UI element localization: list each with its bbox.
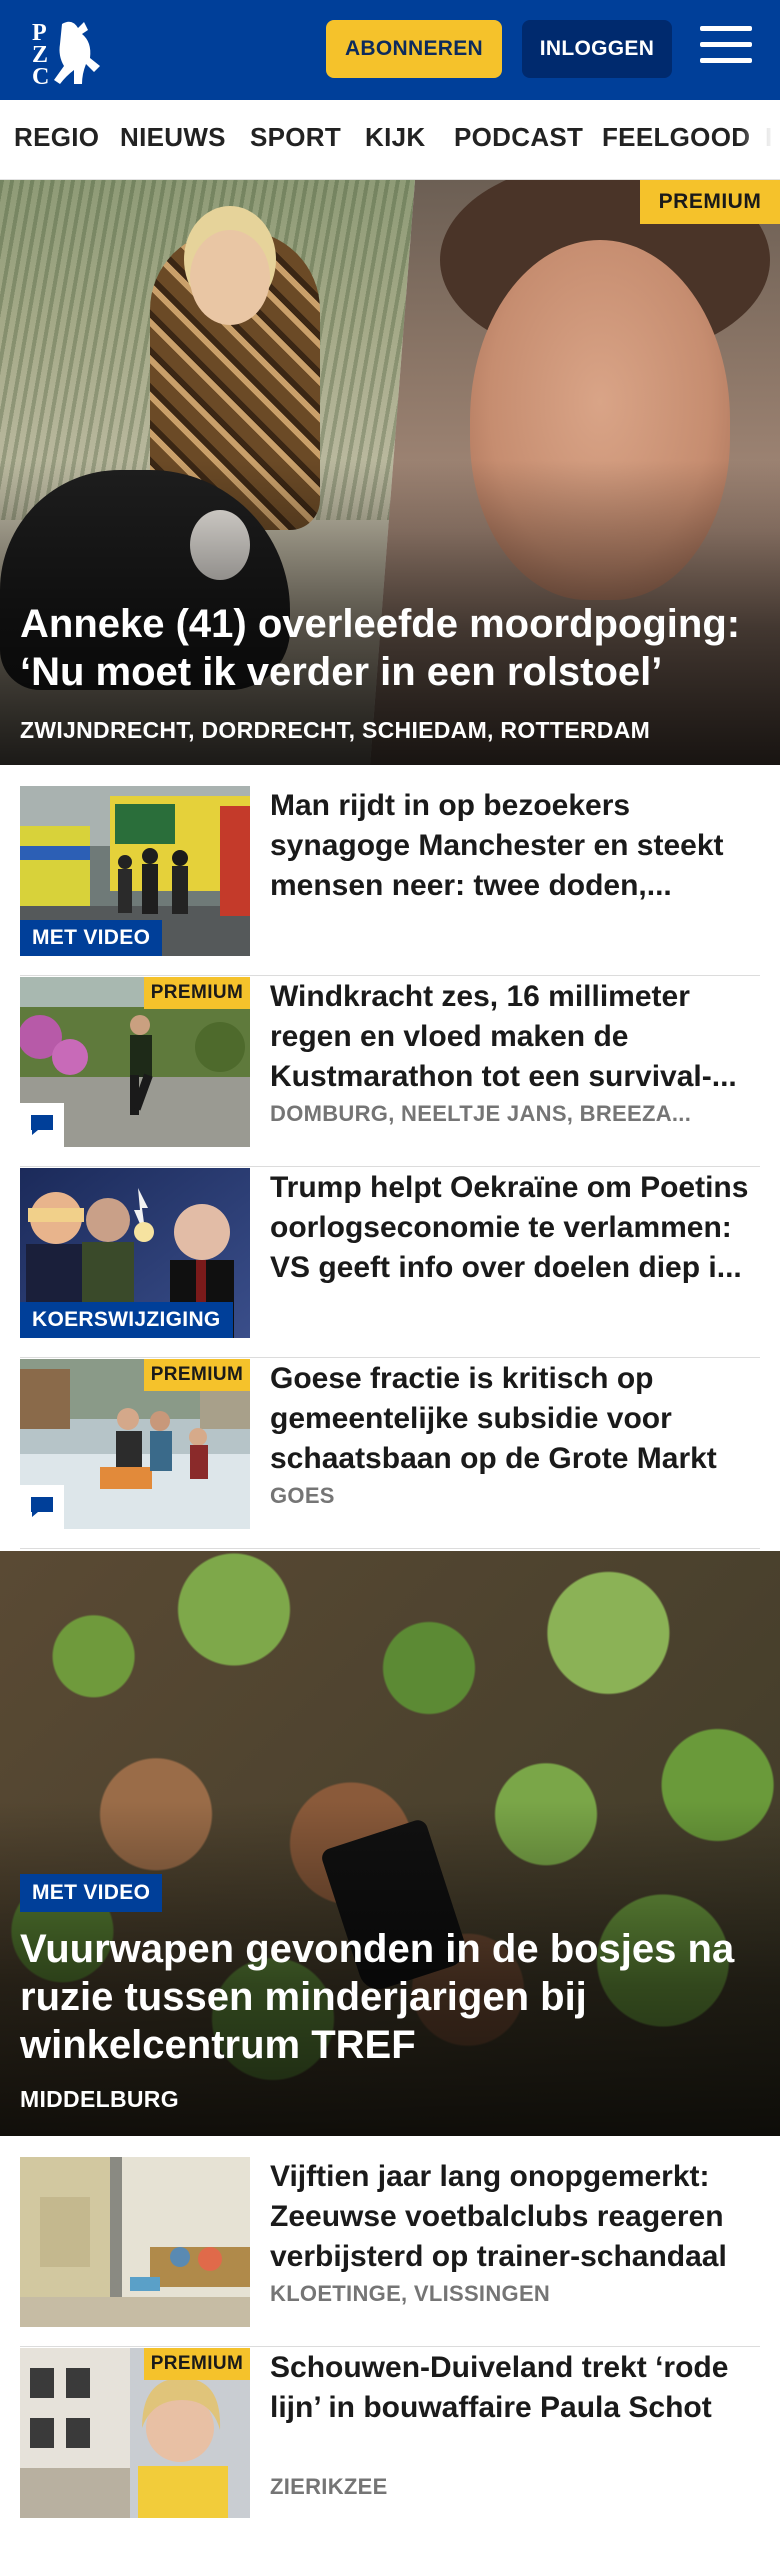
svg-text:C: C xyxy=(32,64,49,86)
video-label: MET VIDEO xyxy=(20,920,163,956)
nav-item-podcast[interactable]: PODCAST xyxy=(454,122,583,153)
nav-item-regio[interactable]: REGIO xyxy=(14,122,99,153)
article-thumbnail: MET VIDEO xyxy=(20,786,250,956)
category-label: KOERSWIJZIGING xyxy=(20,1302,233,1338)
premium-badge: PREMIUM xyxy=(144,2348,250,2380)
article-locations: DOMBURG, NEELTJE JANS, BREEZA... xyxy=(270,1101,692,1126)
nav-item-kijk[interactable]: KIJK xyxy=(365,122,425,153)
hero-headline[interactable]: Anneke (41) overleefde moordpoging: ‘Nu … xyxy=(20,600,765,696)
list-item[interactable]: PREMIUM Goese fractie is kritisch op gem… xyxy=(20,1359,760,1549)
nav-item-nieuws[interactable]: NIEUWS xyxy=(120,122,226,153)
hero-locations: ZWIJNDRECHT, DORDRECHT, SCHIEDAM, ROTTER… xyxy=(20,717,651,743)
article-locations: ZIERIKZEE xyxy=(270,2474,388,2499)
article-thumbnail: PREMIUM xyxy=(20,1359,250,1529)
article-locations: KLOETINGE, VLISSINGEN xyxy=(270,2281,551,2306)
login-button[interactable]: INLOGGEN xyxy=(522,20,672,78)
comment-icon xyxy=(20,1485,64,1529)
nav-item-feelgood[interactable]: FEELGOOD xyxy=(602,122,750,153)
subscribe-button[interactable]: ABONNEREN xyxy=(326,20,502,78)
comment-icon xyxy=(20,1103,64,1147)
hero-premium-badge: PREMIUM xyxy=(640,180,780,224)
article-title[interactable]: Windkracht zes, 16 millimeter regen en v… xyxy=(270,977,760,1097)
list-item[interactable]: Vijftien jaar lang onopgemerkt: Zeeuwse … xyxy=(20,2157,760,2347)
feature-locations: MIDDELBURG xyxy=(20,2086,179,2112)
hamburger-menu-icon[interactable] xyxy=(700,26,752,72)
article-thumbnail xyxy=(20,2157,250,2327)
feature-article[interactable]: MET VIDEO Vuurwapen gevonden in de bosje… xyxy=(0,1551,780,2136)
section-nav: REGIO NIEUWS SPORT KIJK PODCAST FEELGOOD… xyxy=(0,100,780,180)
feature-headline[interactable]: Vuurwapen gevonden in de bosjes na ruzie… xyxy=(20,1925,765,2069)
article-thumbnail: KOERSWIJZIGING xyxy=(20,1168,250,1338)
nav-item-sport[interactable]: SPORT xyxy=(250,122,341,153)
article-title[interactable]: Schouwen-Duiveland trekt ‘rode lijn’ in … xyxy=(270,2348,760,2428)
article-title[interactable]: Man rijdt in op bezoekers synagoge Manch… xyxy=(270,786,760,906)
article-title[interactable]: Goese fractie is kritisch op gemeentelij… xyxy=(270,1359,760,1479)
video-label: MET VIDEO xyxy=(20,1874,163,1912)
article-locations: GOES xyxy=(270,1483,335,1508)
hero-woman-head xyxy=(190,230,270,325)
list-item[interactable]: KOERSWIJZIGING Trump helpt Oekraïne om P… xyxy=(20,1168,760,1358)
article-thumbnail: PREMIUM xyxy=(20,977,250,1147)
top-header: P Z C ABONNEREN INLOGGEN xyxy=(0,0,780,100)
list-item[interactable]: PREMIUM Schouwen-Duiveland trekt ‘rode l… xyxy=(20,2348,760,2560)
article-thumbnail: PREMIUM xyxy=(20,2348,250,2518)
pzc-logo[interactable]: P Z C xyxy=(28,14,114,90)
article-title[interactable]: Vijftien jaar lang onopgemerkt: Zeeuwse … xyxy=(270,2157,760,2277)
list-item[interactable]: MET VIDEO Man rijdt in op bezoekers syna… xyxy=(20,786,760,976)
hero-article[interactable]: PREMIUM Anneke (41) overleefde moordpogi… xyxy=(0,180,780,765)
premium-badge: PREMIUM xyxy=(144,977,250,1009)
article-title[interactable]: Trump helpt Oekraïne om Poetins oorlogse… xyxy=(270,1168,760,1288)
premium-badge: PREMIUM xyxy=(144,1359,250,1391)
list-item[interactable]: PREMIUM Windkracht zes, 16 millimeter re… xyxy=(20,977,760,1167)
nav-fade xyxy=(740,100,780,179)
